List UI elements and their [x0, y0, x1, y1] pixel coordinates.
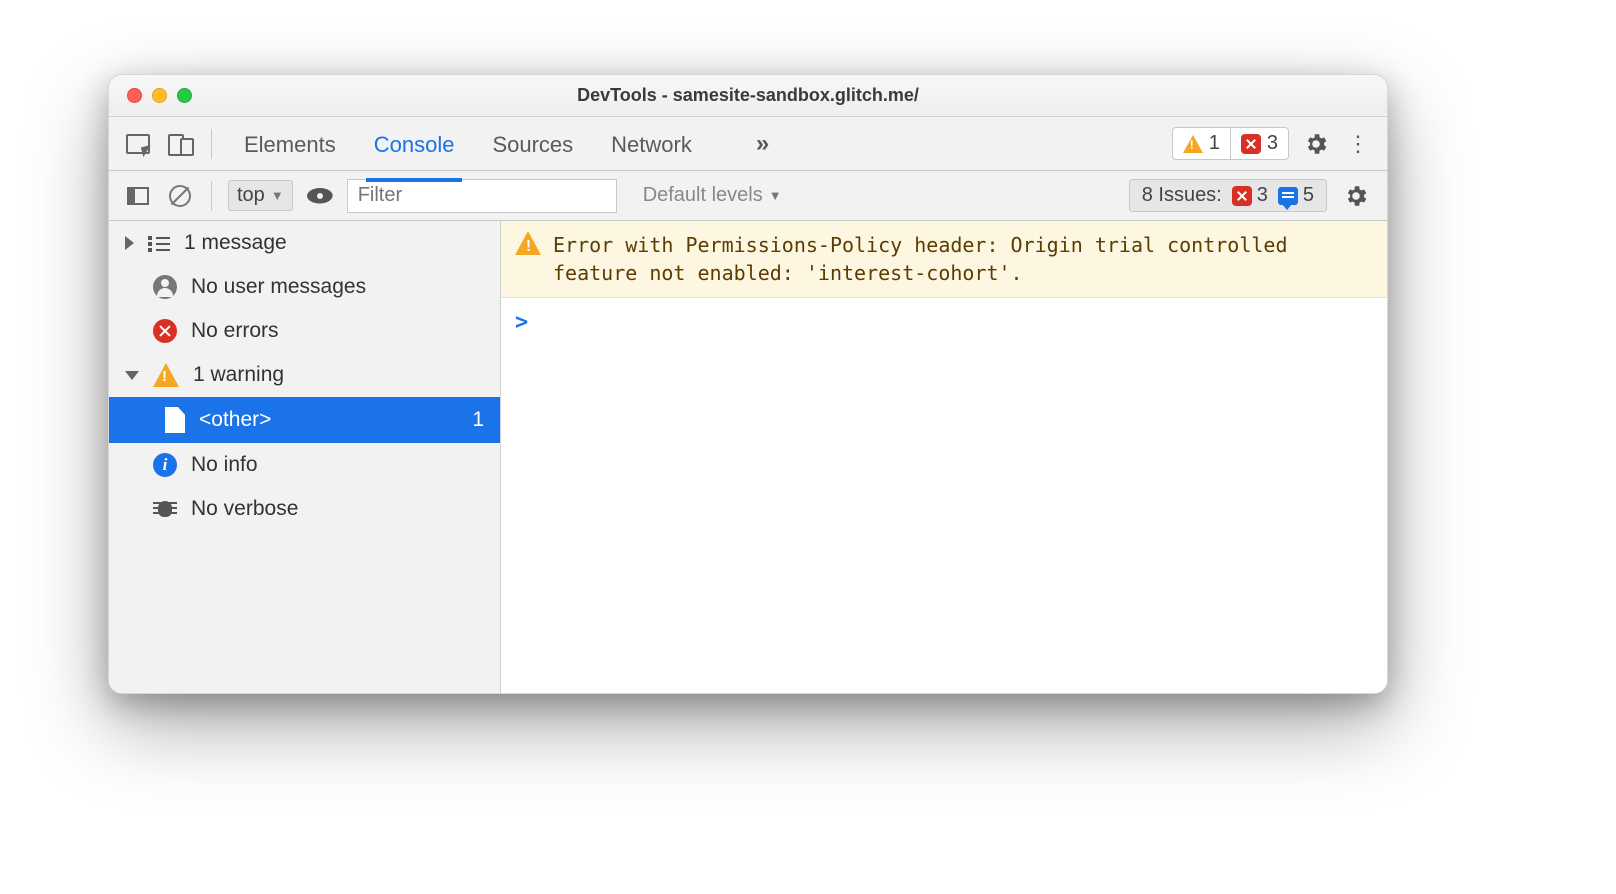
console-toolbar: top ▼ Default levels ▼ 8 Issues: 3 5: [109, 171, 1387, 221]
error-icon: [1232, 186, 1252, 206]
warning-icon: [1183, 135, 1203, 153]
panel-tabs-toolbar: Elements Console Sources Network » 1 3: [109, 117, 1387, 171]
separator: [211, 181, 212, 211]
window-title: DevTools - samesite-sandbox.glitch.me/: [109, 85, 1387, 106]
more-tabs-button[interactable]: »: [756, 130, 769, 158]
toolbar-right: 1 3 ⋮: [1172, 127, 1373, 161]
warning-icon: [515, 231, 541, 255]
sidebar-item-messages[interactable]: 1 message: [109, 221, 500, 265]
toggle-device-button[interactable]: [165, 129, 195, 159]
issues-error-count: 3: [1257, 184, 1268, 207]
disclosure-triangle-icon: [125, 236, 134, 250]
status-summary: 1 3: [1172, 127, 1289, 160]
separator: [211, 129, 212, 159]
issues-label: 8 Issues:: [1142, 184, 1222, 207]
tab-sources[interactable]: Sources: [490, 120, 575, 168]
clear-icon: [169, 185, 191, 207]
sidebar-item-count: 1: [472, 408, 484, 432]
inspect-element-button[interactable]: [123, 129, 153, 159]
warning-icon: [153, 363, 179, 387]
disclosure-triangle-icon: [125, 371, 139, 380]
device-icon: [168, 134, 192, 154]
tab-console[interactable]: Console: [372, 120, 457, 168]
sidebar-item-info[interactable]: i No info: [109, 443, 500, 487]
context-label: top: [237, 184, 265, 207]
chevron-down-icon: ▼: [769, 188, 782, 203]
sidebar-item-label: No info: [191, 453, 258, 477]
error-icon: [153, 319, 177, 343]
sidebar-toggle-icon: [127, 187, 149, 205]
sidebar-item-user-messages[interactable]: No user messages: [109, 265, 500, 309]
live-expression-button[interactable]: [305, 181, 335, 211]
levels-label: Default levels: [643, 184, 763, 207]
console-settings-button[interactable]: [1339, 179, 1373, 213]
console-message-text: Error with Permissions-Policy header: Or…: [553, 231, 1373, 287]
sidebar-item-label: No user messages: [191, 275, 366, 299]
eye-icon: [307, 188, 333, 204]
issues-error-chip: 3: [1232, 184, 1268, 207]
sidebar-item-errors[interactable]: No errors: [109, 309, 500, 353]
errors-count: 3: [1267, 132, 1278, 155]
sidebar-item-label: 1 message: [184, 231, 287, 255]
user-icon: [153, 275, 177, 299]
sidebar-item-label: No errors: [191, 319, 279, 343]
error-icon: [1241, 134, 1261, 154]
issues-msg-count: 5: [1303, 184, 1314, 207]
more-options-button[interactable]: ⋮: [1343, 127, 1373, 161]
log-levels-select[interactable]: Default levels ▼: [635, 180, 790, 211]
list-icon: [148, 234, 170, 252]
tab-elements[interactable]: Elements: [242, 120, 338, 168]
message-icon: [1278, 187, 1298, 205]
info-icon: i: [153, 453, 177, 477]
gear-icon: [1303, 131, 1329, 157]
kebab-icon: ⋮: [1347, 131, 1369, 157]
issues-message-chip: 5: [1278, 184, 1314, 207]
sidebar-item-label: 1 warning: [193, 363, 284, 387]
chevron-down-icon: ▼: [271, 188, 284, 203]
prompt-chevron-icon: >: [515, 310, 528, 335]
console-prompt[interactable]: >: [501, 298, 1387, 347]
console-output: Error with Permissions-Policy header: Or…: [501, 221, 1387, 693]
titlebar: DevTools - samesite-sandbox.glitch.me/: [109, 75, 1387, 117]
sidebar-item-label: No verbose: [191, 497, 298, 521]
console-main: 1 message No user messages No errors 1 w…: [109, 221, 1387, 693]
warnings-pill[interactable]: 1: [1173, 128, 1231, 159]
devtools-window: DevTools - samesite-sandbox.glitch.me/ E…: [108, 74, 1388, 694]
gear-icon: [1343, 183, 1369, 209]
settings-button[interactable]: [1299, 127, 1333, 161]
clear-console-button[interactable]: [165, 181, 195, 211]
tab-network[interactable]: Network: [609, 120, 694, 168]
sidebar-item-warnings[interactable]: 1 warning: [109, 353, 500, 397]
warnings-count: 1: [1209, 132, 1220, 155]
console-message-warning[interactable]: Error with Permissions-Policy header: Or…: [501, 221, 1387, 298]
execution-context-select[interactable]: top ▼: [228, 180, 293, 211]
inspect-element-icon: [126, 134, 150, 154]
filter-input[interactable]: [347, 179, 617, 213]
file-icon: [165, 407, 185, 433]
toggle-sidebar-button[interactable]: [123, 181, 153, 211]
bug-icon: [153, 499, 177, 519]
sidebar-item-other[interactable]: <other> 1: [109, 397, 500, 443]
sidebar-item-verbose[interactable]: No verbose: [109, 487, 500, 531]
issues-button[interactable]: 8 Issues: 3 5: [1129, 179, 1327, 212]
errors-pill[interactable]: 3: [1231, 128, 1288, 159]
sidebar-item-label: <other>: [199, 408, 271, 432]
panel-tabs: Elements Console Sources Network »: [242, 120, 769, 168]
console-sidebar: 1 message No user messages No errors 1 w…: [109, 221, 501, 693]
